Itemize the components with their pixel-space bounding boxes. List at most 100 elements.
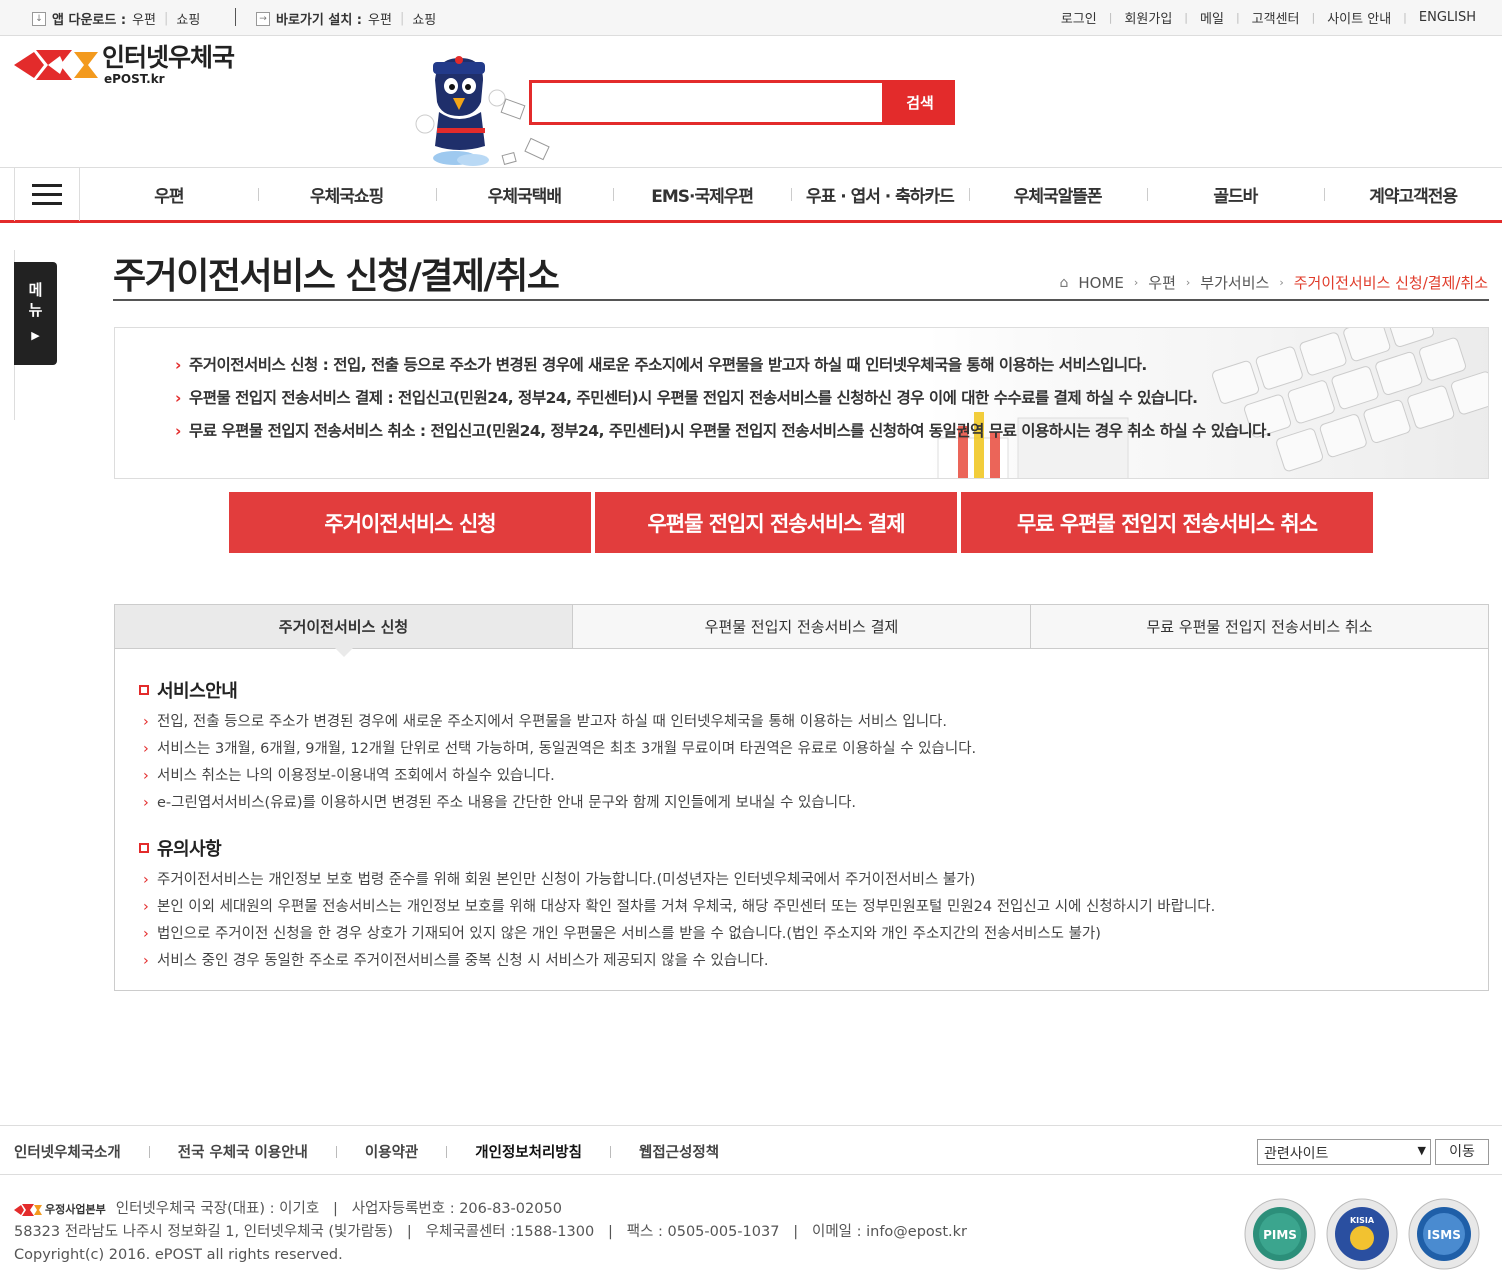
list-item: 서비스 취소는 나의 이용정보-이용내역 조회에서 하실수 있습니다. [139, 766, 976, 793]
top-utility-bar: ↓ 앱 다운로드 : 우편 | 쇼핑 → 바로가기 설치 : 우편 | 쇼핑 로… [0, 0, 1502, 36]
cancel-free-forwarding-button[interactable]: 무료 우편물 전입지 전송서비스 취소 [961, 492, 1373, 553]
home-icon: ⌂ [1059, 274, 1069, 291]
main-navigation: 우편 우체국쇼핑 우체국택배 EMS·국제우편 우표 · 엽서 · 축하카드 우… [0, 167, 1502, 223]
nav-item-stamps[interactable]: 우표 · 엽서 · 축하카드 [791, 168, 969, 221]
side-menu-label: 메뉴 [28, 281, 43, 319]
logo-english-text: ePOST.kr [104, 72, 165, 86]
notes-section: 유의사항 주거이전서비스는 개인정보 보호 법령 준수를 위해 회원 본인만 신… [139, 835, 1215, 978]
title-underline [113, 299, 1489, 301]
signup-link[interactable]: 회원가입 [1124, 8, 1172, 27]
epost-logo-icon [14, 50, 98, 80]
list-item: 서비스 중인 경우 동일한 주소로 주거이전서비스를 중복 신청 시 서비스가 … [139, 951, 1215, 978]
breadcrumb: ⌂ HOME › 우편 › 부가서비스 › 주거이전서비스 신청/결제/취소 [1059, 272, 1488, 293]
chevron-right-icon: › [1133, 276, 1139, 289]
footer-link-about[interactable]: 인터넷우체국소개 [14, 1141, 121, 1162]
tab-bar: 주거이전서비스 신청 우편물 전입지 전송서비스 결제 무료 우편물 전입지 전… [115, 605, 1488, 657]
nav-item-parcel[interactable]: 우체국택배 [435, 168, 614, 221]
list-item: 주거이전서비스는 개인정보 보호 법령 준수를 위해 회원 본인만 신청이 가능… [139, 870, 1215, 897]
nav-item-goldbar[interactable]: 골드바 [1146, 168, 1325, 221]
app-download-post-link[interactable]: 우편 [132, 9, 156, 28]
pay-forwarding-button[interactable]: 우편물 전입지 전송서비스 결제 [595, 492, 957, 553]
footer-link-accessibility[interactable]: 웹접근성정책 [582, 1141, 719, 1162]
site-guide-link[interactable]: 사이트 안내 [1327, 8, 1391, 27]
pims-badge-icon: PIMS [1244, 1198, 1316, 1270]
top-right-links: 로그인 | 회원가입 | 메일 | 고객센터 | 사이트 안내 | ENGLISH [1060, 8, 1476, 27]
korea-post-logo-icon [14, 1203, 42, 1216]
tab-cancel[interactable]: 무료 우편물 전입지 전송서비스 취소 [1030, 605, 1488, 648]
tab-payment[interactable]: 우편물 전입지 전송서비스 결제 [572, 605, 1030, 648]
breadcrumb-home[interactable]: HOME [1078, 274, 1124, 292]
korea-post-logo: 우정사업본부 [14, 1198, 106, 1221]
footer-navigation: 인터넷우체국소개 전국 우체국 이용안내 이용약관 개인정보처리방침 웹접근성정… [0, 1125, 1502, 1175]
nav-item-mobile[interactable]: 우체국알뜰폰 [968, 168, 1147, 221]
search-bar: 검색 [529, 80, 955, 125]
logo-korean-text: 인터넷우체국 [102, 43, 235, 72]
search-button[interactable]: 검색 [885, 80, 955, 125]
breadcrumb-current: 주거이전서비스 신청/결제/취소 [1293, 274, 1488, 292]
notes-heading: 유의사항 [157, 839, 222, 860]
list-item: 본인 이외 세대원의 우편물 전송서비스는 개인정보 보호를 위해 대상자 확인… [139, 897, 1215, 924]
list-item: 법인으로 주거이전 신청을 한 경우 상호가 기재되어 있지 않은 개인 우편물… [139, 924, 1215, 951]
intro-item: 우편물 전입지 전송서비스 결제 : 전입신고(민원24, 정부24, 주민센터… [175, 387, 1271, 420]
action-buttons: 주거이전서비스 신청 우편물 전입지 전송서비스 결제 무료 우편물 전입지 전… [229, 492, 1373, 553]
shortcut-shopping-link[interactable]: 쇼핑 [412, 9, 436, 28]
nav-item-contract[interactable]: 계약고객전용 [1324, 168, 1502, 221]
app-download-group: ↓ 앱 다운로드 : 우편 | 쇼핑 [32, 9, 200, 28]
download-icon: ↓ [32, 11, 46, 26]
chevron-right-icon: ▶ [31, 329, 40, 342]
nav-item-ems[interactable]: EMS·국제우편 [613, 168, 791, 221]
apply-relocation-button[interactable]: 주거이전서비스 신청 [229, 492, 591, 553]
service-guide-heading: 서비스안내 [157, 681, 238, 702]
related-sites-value: 관련사이트 [1264, 1146, 1329, 1162]
footer-link-offices[interactable]: 전국 우체국 이용안내 [121, 1141, 308, 1162]
certification-badges: PIMS KISIA ISMS [1244, 1198, 1480, 1270]
tab-apply[interactable]: 주거이전서비스 신청 [115, 605, 572, 657]
isms-badge-icon: ISMS [1408, 1198, 1480, 1270]
service-guide-section: 서비스안내 전입, 전출 등으로 주소가 변경된 경우에 새로운 주소지에서 우… [139, 677, 976, 820]
hamburger-menu-icon[interactable] [14, 168, 80, 221]
nav-item-shopping[interactable]: 우체국쇼핑 [257, 168, 436, 221]
svg-text:KISIA: KISIA [1350, 1216, 1375, 1225]
app-download-shopping-link[interactable]: 쇼핑 [176, 9, 200, 28]
mail-link[interactable]: 메일 [1200, 8, 1224, 27]
shortcut-label: 바로가기 설치 : [276, 13, 363, 28]
list-item: e-그린엽서서비스(유료)를 이용하시면 변경된 주소 내용을 간단한 안내 문… [139, 793, 976, 820]
list-item: 서비스는 3개월, 6개월, 9개월, 12개월 단위로 선택 가능하며, 동일… [139, 739, 976, 766]
breadcrumb-addon[interactable]: 부가서비스 [1200, 272, 1269, 293]
go-button[interactable]: 이동 [1435, 1139, 1489, 1165]
login-link[interactable]: 로그인 [1061, 8, 1097, 27]
breadcrumb-post[interactable]: 우편 [1148, 272, 1176, 293]
tab-panel: 주거이전서비스 신청 우편물 전입지 전송서비스 결제 무료 우편물 전입지 전… [114, 604, 1489, 991]
shortcut-post-link[interactable]: 우편 [368, 9, 392, 28]
footer-link-terms[interactable]: 이용약관 [308, 1141, 418, 1162]
footer-info: 우정사업본부 인터넷우체국 국장(대표) : 이기호 | 사업자등록번호 : 2… [14, 1198, 967, 1267]
chevron-right-icon: › [1185, 276, 1191, 289]
nav-item-post[interactable]: 우편 [80, 168, 258, 221]
page-title: 주거이전서비스 신청/결제/취소 [113, 256, 560, 297]
search-input[interactable] [529, 80, 885, 125]
footer-line1: 인터넷우체국 국장(대표) : 이기호 | 사업자등록번호 : 206-83-0… [115, 1201, 562, 1217]
list-item: 전입, 전출 등으로 주소가 변경된 경우에 새로운 주소지에서 우편물을 받고… [139, 712, 976, 739]
app-download-label: 앱 다운로드 : [52, 13, 127, 28]
dropdown-arrow-icon: ▼ [1417, 1144, 1426, 1157]
english-link[interactable]: ENGLISH [1419, 10, 1476, 25]
epost-logo[interactable]: 인터넷우체국 ePOST.kr [14, 43, 235, 86]
shortcut-icon: → [256, 11, 270, 26]
footer-line2: 58323 전라남도 나주시 정보화길 1, 인터넷우체국 (빛가람동) | 우… [14, 1224, 968, 1240]
intro-item: 주거이전서비스 신청 : 전입, 전출 등으로 주소가 변경된 경우에 새로운 … [175, 354, 1271, 387]
intro-box: 주거이전서비스 신청 : 전입, 전출 등으로 주소가 변경된 경우에 새로운 … [114, 327, 1489, 479]
divider [235, 8, 236, 26]
square-bullet-icon [139, 685, 149, 695]
intro-item: 무료 우편물 전입지 전송서비스 취소 : 전입신고(민원24, 정부24, 주… [175, 420, 1272, 453]
kisia-badge-icon: KISIA [1326, 1198, 1398, 1270]
footer-link-privacy[interactable]: 개인정보처리방침 [418, 1141, 582, 1162]
shortcut-group: → 바로가기 설치 : 우편 | 쇼핑 [256, 9, 436, 28]
footer-copyright: Copyright(c) 2016. ePOST all rights rese… [14, 1247, 343, 1263]
svg-text:ISMS: ISMS [1427, 1228, 1461, 1242]
svg-text:PIMS: PIMS [1263, 1228, 1297, 1242]
square-bullet-icon [139, 843, 149, 853]
customer-center-link[interactable]: 고객센터 [1252, 8, 1300, 27]
side-menu-toggle[interactable]: 메뉴 ▶ [14, 262, 57, 365]
related-sites-select[interactable]: 관련사이트 ▼ [1257, 1139, 1431, 1165]
chevron-right-icon: › [1279, 276, 1284, 289]
